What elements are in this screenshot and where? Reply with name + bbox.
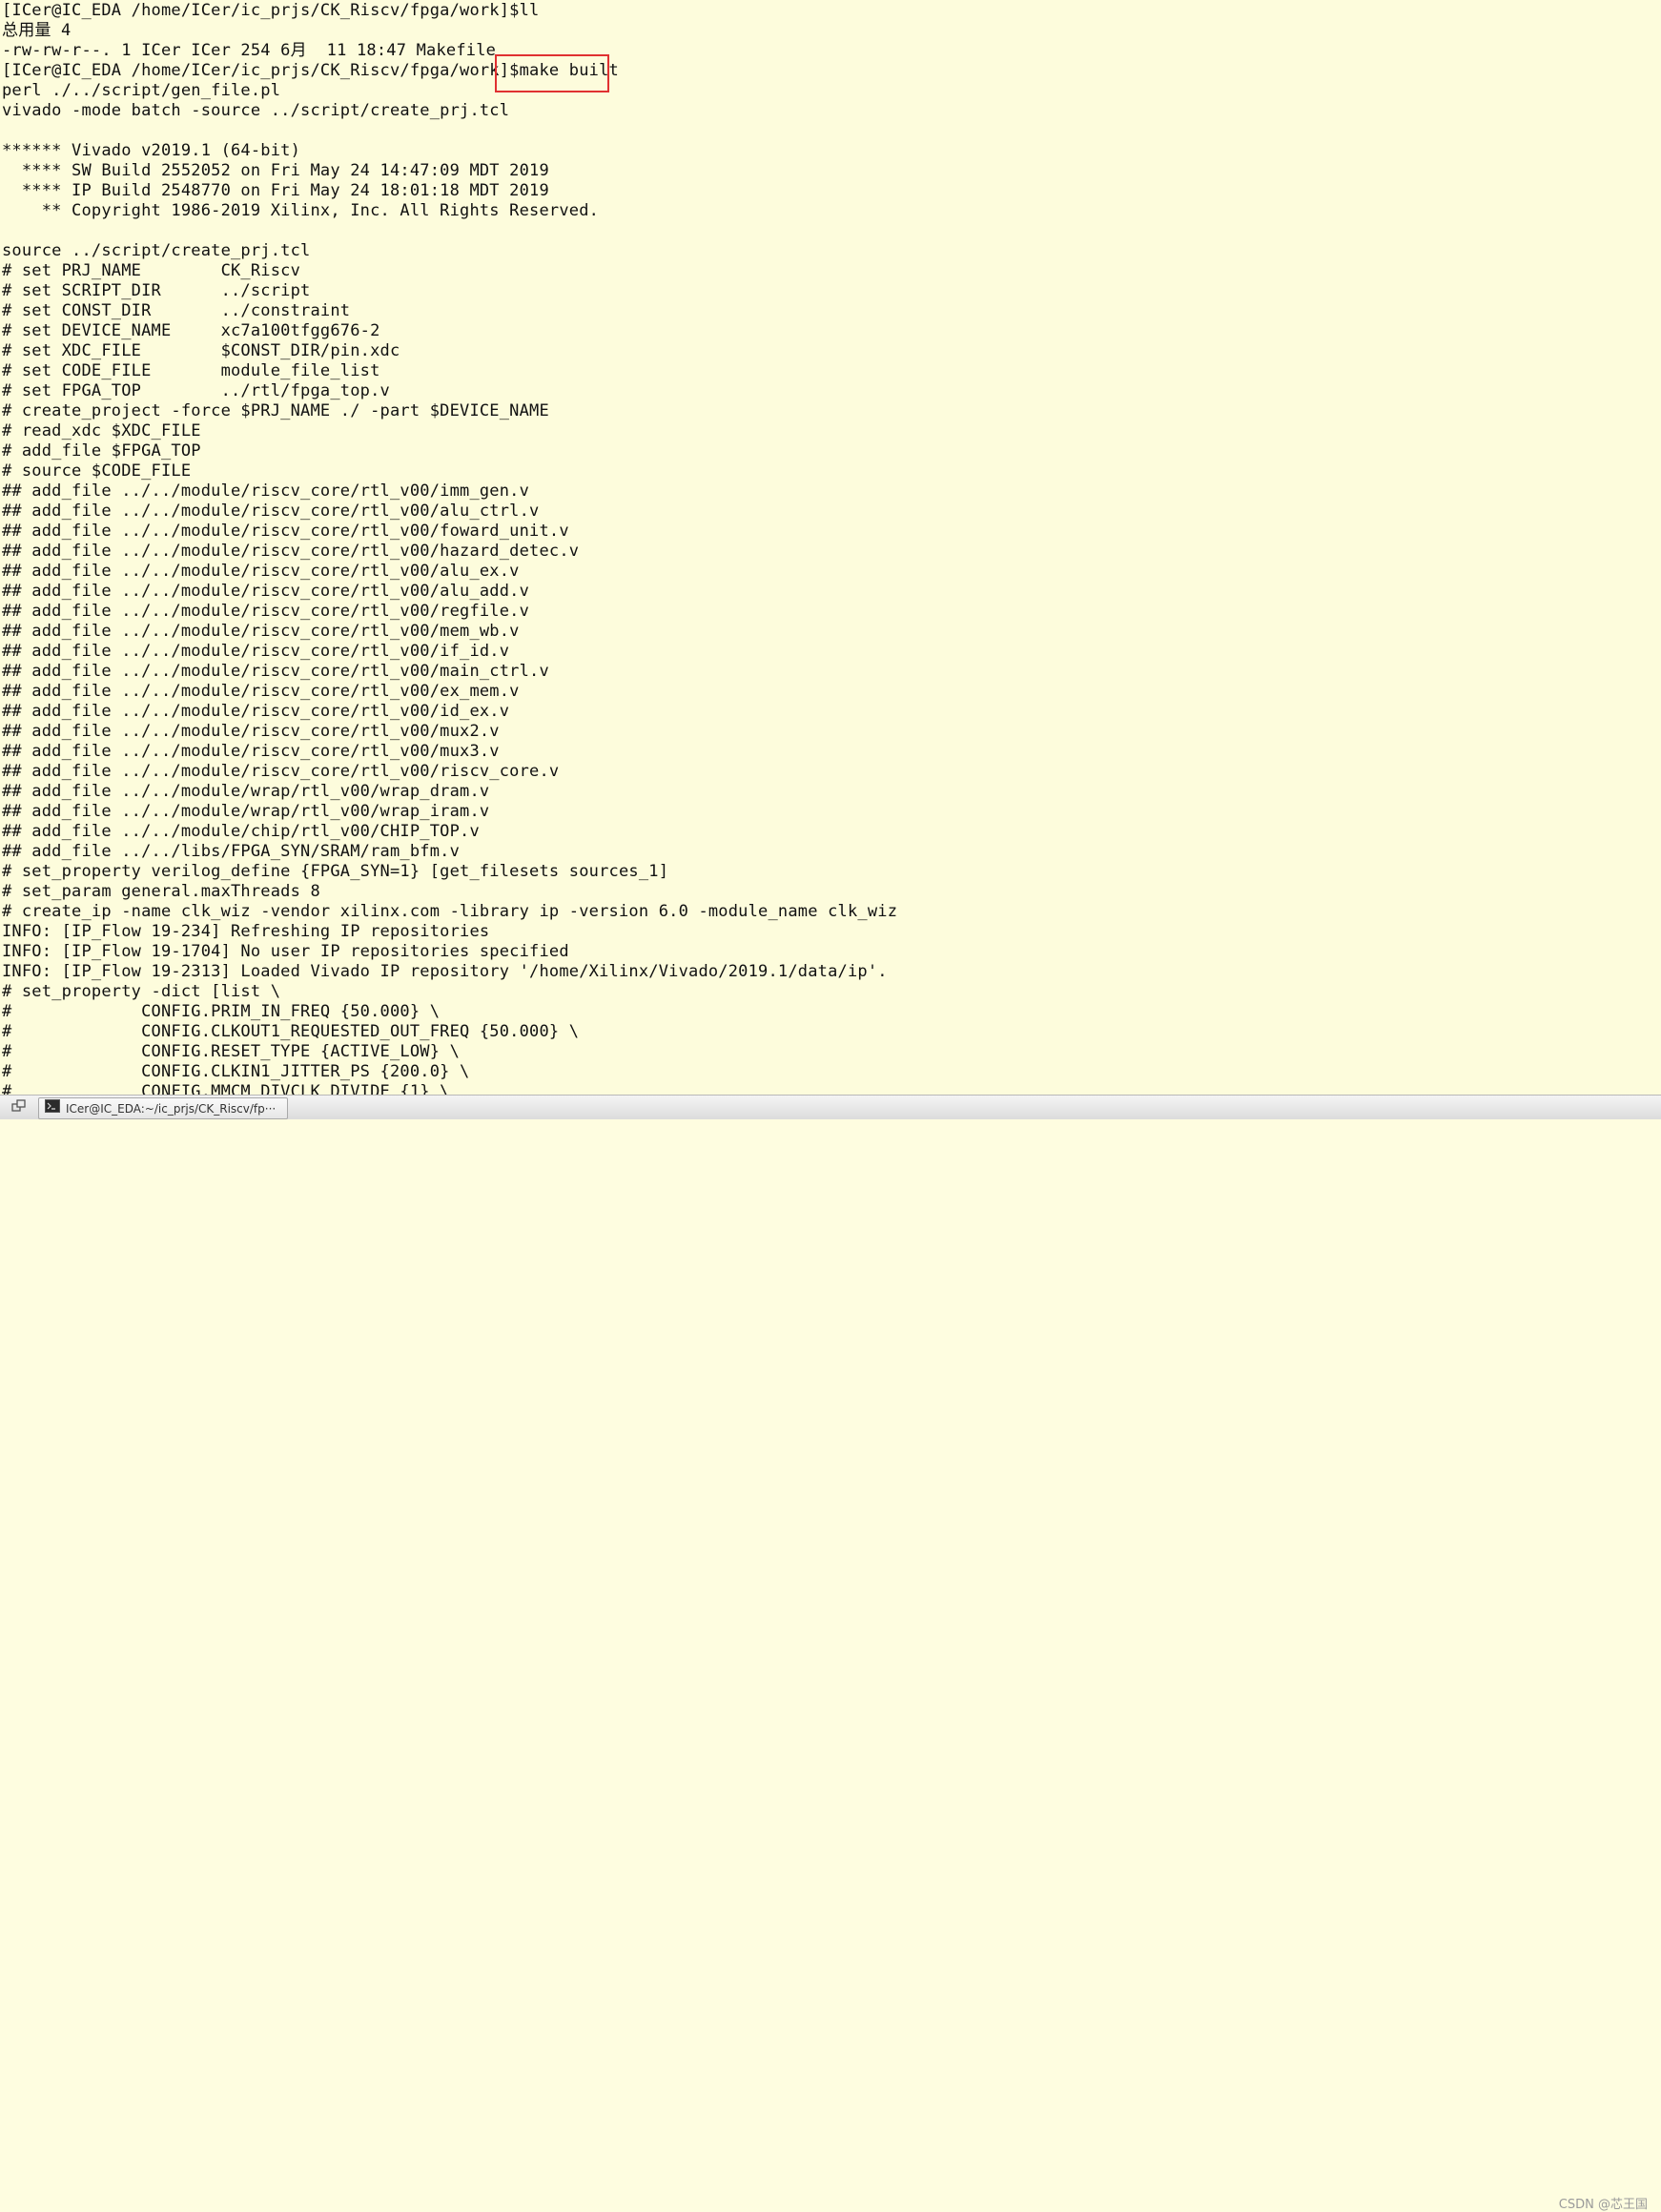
terminal-line: ## add_file ../../module/riscv_core/rtl_… [2,522,569,541]
taskbar: ICer@IC_EDA:~/ic_prjs/CK_Riscv/fp··· CSD… [0,1095,1661,2212]
terminal-line: # set CONST_DIR ../constraint [2,301,351,320]
terminal-line: ## add_file ../../module/riscv_core/rtl_… [2,682,520,701]
terminal-line: 总用量 4 [2,21,72,40]
terminal-line: # source $CODE_FILE [2,461,192,481]
terminal-line: # set_property -dict [list \ [2,982,281,1001]
terminal-line: # set FPGA_TOP ../rtl/fpga_top.v [2,381,390,400]
terminal-line: vivado -mode batch -source ../script/cre… [2,101,510,120]
terminal-line: [ICer@IC_EDA /home/ICer/ic_prjs/CK_Riscv… [2,61,619,80]
terminal-line: # set DEVICE_NAME xc7a100tfgg676-2 [2,321,380,340]
terminal-line: ## add_file ../../module/riscv_core/rtl_… [2,562,520,581]
terminal-line: # CONFIG.PRIM_IN_FREQ {50.000} \ [2,1002,441,1021]
terminal-window[interactable]: [ICer@IC_EDA /home/ICer/ic_prjs/CK_Riscv… [0,0,1661,1095]
terminal-line: ## add_file ../../module/riscv_core/rtl_… [2,642,510,661]
watermark: CSDN @芯王国 [1558,2198,1648,2212]
terminal-line: ## add_file ../../module/riscv_core/rtl_… [2,742,500,761]
terminal-line: **** IP Build 2548770 on Fri May 24 18:0… [2,181,549,200]
terminal-line: # set PRJ_NAME CK_Riscv [2,261,301,280]
terminal-line: INFO: [IP_Flow 19-2313] Loaded Vivado IP… [2,962,888,981]
terminal-line: ## add_file ../../module/riscv_core/rtl_… [2,542,580,561]
taskbar-window-label: ICer@IC_EDA:~/ic_prjs/CK_Riscv/fp··· [66,1101,277,1116]
terminal-line: INFO: [IP_Flow 19-234] Refreshing IP rep… [2,922,490,941]
show-desktop-button[interactable] [6,1098,32,1117]
terminal-line: perl ./../script/gen_file.pl [2,81,281,100]
terminal-line: # set_param general.maxThreads 8 [2,882,320,901]
terminal-line: -rw-rw-r--. 1 ICer ICer 254 6月 11 18:47 … [2,41,497,60]
terminal-line: INFO: [IP_Flow 19-1704] No user IP repos… [2,942,569,961]
terminal-line: ## add_file ../../module/riscv_core/rtl_… [2,502,540,521]
terminal-line: ## add_file ../../module/wrap/rtl_v00/wr… [2,802,490,821]
terminal-line: ## add_file ../../module/wrap/rtl_v00/wr… [2,782,490,801]
terminal-line: ## add_file ../../module/riscv_core/rtl_… [2,702,510,721]
terminal-line: # set CODE_FILE module_file_list [2,361,380,380]
terminal-line: # CONFIG.CLKIN1_JITTER_PS {200.0} \ [2,1062,470,1081]
terminal-line: # read_xdc $XDC_FILE [2,421,201,440]
terminal-line: **** SW Build 2552052 on Fri May 24 14:4… [2,161,549,180]
terminal-line: ## add_file ../../libs/FPGA_SYN/SRAM/ram… [2,842,461,861]
terminal-line: ## add_file ../../module/chip/rtl_v00/CH… [2,822,480,841]
terminal-line: # CONFIG.RESET_TYPE {ACTIVE_LOW} \ [2,1042,461,1061]
taskbar-window-button[interactable]: ICer@IC_EDA:~/ic_prjs/CK_Riscv/fp··· [38,1097,288,1119]
terminal-line: ## add_file ../../module/riscv_core/rtl_… [2,582,530,601]
terminal-line: ## add_file ../../module/riscv_core/rtl_… [2,662,549,681]
terminal-line: ****** Vivado v2019.1 (64-bit) [2,141,301,160]
terminal-line: # CONFIG.CLKOUT1_REQUESTED_OUT_FREQ {50.… [2,1022,580,1041]
terminal-output: [ICer@IC_EDA /home/ICer/ic_prjs/CK_Riscv… [2,1,897,1095]
window-switch-icon [11,1098,27,1117]
terminal-line: ## add_file ../../module/riscv_core/rtl_… [2,762,560,781]
terminal-line: # set SCRIPT_DIR ../script [2,281,311,300]
terminal-line: ## add_file ../../module/riscv_core/rtl_… [2,481,530,501]
terminal-line: # CONFIG.MMCM_DIVCLK_DIVIDE {1} \ [2,1082,450,1095]
terminal-line: ** Copyright 1986-2019 Xilinx, Inc. All … [2,201,600,220]
terminal-line: # create_ip -name clk_wiz -vendor xilinx… [2,902,898,921]
terminal-line: # add_file $FPGA_TOP [2,441,201,461]
terminal-line: # create_project -force $PRJ_NAME ./ -pa… [2,401,549,420]
terminal-line: ## add_file ../../module/riscv_core/rtl_… [2,722,500,741]
terminal-line: source ../script/create_prj.tcl [2,241,311,260]
terminal-line: ## add_file ../../module/riscv_core/rtl_… [2,602,530,621]
terminal-line: [ICer@IC_EDA /home/ICer/ic_prjs/CK_Riscv… [2,1,540,20]
terminal-line: # set_property verilog_define {FPGA_SYN=… [2,862,669,881]
terminal-icon [45,1099,60,1117]
terminal-line: ## add_file ../../module/riscv_core/rtl_… [2,622,520,641]
terminal-line: # set XDC_FILE $CONST_DIR/pin.xdc [2,341,400,360]
